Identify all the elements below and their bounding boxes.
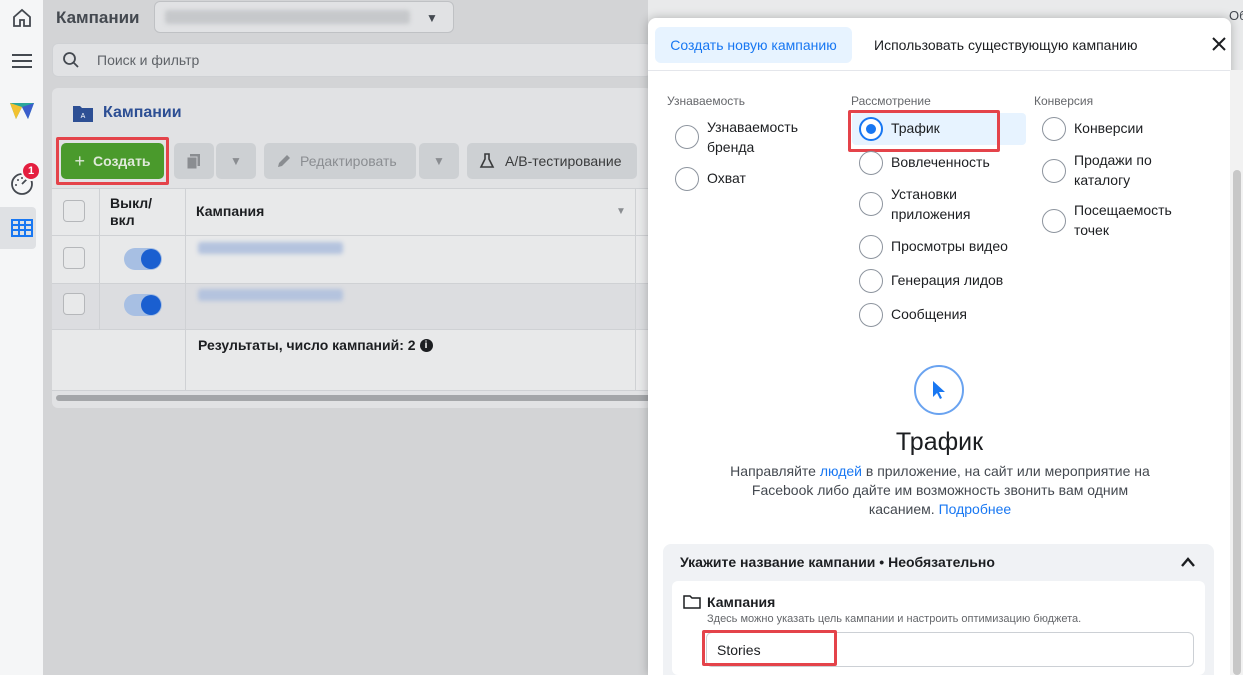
objective-description: Направляйте людей в приложение, на сайт … [720, 462, 1160, 519]
radio-engagement[interactable] [859, 151, 883, 175]
left-rail: 1 [0, 0, 44, 675]
name-section-header[interactable]: Укажите название кампании • Необязательн… [680, 554, 995, 570]
chevron-down-icon: ▼ [433, 154, 445, 168]
tab-create-new-campaign[interactable]: Создать новую кампанию [655, 27, 852, 63]
divider [185, 189, 186, 391]
learn-more-link[interactable]: Подробнее [939, 501, 1012, 517]
row-checkbox[interactable] [63, 293, 85, 315]
option-conversions[interactable]: Конверсии [1074, 118, 1143, 138]
svg-text:A: A [81, 113, 86, 120]
table-icon[interactable] [0, 214, 44, 242]
search-icon [62, 51, 80, 72]
column-header-toggle[interactable]: Выкл/ вкл [110, 195, 156, 229]
highlight-campaign-name [702, 630, 837, 666]
chevron-down-icon: ▼ [230, 154, 242, 168]
app-logo-icon[interactable] [0, 98, 44, 124]
option-video-views[interactable]: Просмотры видео [891, 236, 1008, 256]
radio-video-views[interactable] [859, 235, 883, 259]
highlight-traffic [848, 110, 1000, 152]
tab-use-existing-campaign[interactable]: Использовать существующую кампанию [874, 37, 1138, 53]
pencil-icon [278, 155, 290, 167]
option-store-traffic[interactable]: Посещаемость точек [1074, 200, 1174, 240]
edit-button-label: Редактировать [300, 153, 397, 169]
duplicate-dropdown[interactable]: ▼ [216, 143, 256, 179]
dialog-scrollbar-thumb[interactable] [1233, 170, 1241, 675]
radio-store-traffic[interactable] [1042, 209, 1066, 233]
radio-catalog-sales[interactable] [1042, 159, 1066, 183]
option-brand-awareness[interactable]: Узнаваемость бренда [707, 117, 827, 157]
objective-title: Трафик [895, 428, 984, 456]
category-awareness: Узнаваемость [667, 94, 746, 108]
edit-button[interactable]: Редактировать [264, 143, 416, 179]
radio-brand-awareness[interactable] [675, 125, 699, 149]
option-lead-generation[interactable]: Генерация лидов [891, 270, 1003, 290]
divider [648, 70, 1231, 71]
row-checkbox[interactable] [63, 247, 85, 269]
option-engagement[interactable]: Вовлеченность [891, 152, 990, 172]
divider [635, 189, 636, 391]
flask-icon [479, 153, 495, 168]
radio-app-installs[interactable] [859, 192, 883, 216]
duplicate-button[interactable] [174, 143, 214, 179]
radio-lead-generation[interactable] [859, 269, 883, 293]
option-catalog-sales[interactable]: Продажи по каталогу [1074, 150, 1174, 190]
page-title: Кампании [56, 8, 140, 27]
divider [52, 235, 652, 236]
option-app-installs[interactable]: Установки приложения [891, 184, 1001, 224]
search-input[interactable]: Поиск и фильтр [97, 52, 199, 68]
category-consideration: Рассмотрение [851, 94, 931, 108]
campaign-help-text: Здесь можно указать цель кампании и наст… [707, 613, 1082, 625]
column-header-campaign[interactable]: Кампания [196, 203, 264, 219]
radio-reach[interactable] [675, 167, 699, 191]
option-reach[interactable]: Охват [707, 168, 746, 188]
select-all-checkbox[interactable] [63, 200, 85, 222]
panel-title: Кампании [103, 104, 182, 121]
folder-icon: A [72, 103, 94, 126]
campaign-toggle[interactable] [124, 294, 162, 316]
notification-badge: 1 [21, 161, 41, 181]
menu-icon[interactable] [0, 48, 44, 74]
edit-dropdown[interactable]: ▼ [419, 143, 459, 179]
option-messages[interactable]: Сообщения [891, 304, 967, 324]
category-conversion: Конверсия [1034, 94, 1094, 108]
campaign-label: Кампания [707, 594, 776, 610]
chevron-down-icon[interactable]: ▼ [426, 11, 438, 25]
results-summary: Результаты, число кампаний: 2 i [198, 337, 433, 353]
divider [52, 390, 652, 391]
description-text: Направляйте [730, 463, 820, 479]
account-name-blurred [165, 10, 410, 24]
copy-icon [186, 154, 200, 170]
radio-conversions[interactable] [1042, 117, 1066, 141]
campaign-name-blurred[interactable] [198, 289, 343, 301]
campaign-toggle[interactable] [124, 248, 162, 270]
chevron-up-icon[interactable] [1180, 555, 1196, 571]
ab-test-label: A/B-тестирование [505, 153, 622, 169]
radio-messages[interactable] [859, 303, 883, 327]
ab-test-button[interactable]: A/B-тестирование [467, 143, 637, 179]
cursor-icon [914, 365, 964, 415]
close-icon[interactable] [1211, 36, 1227, 55]
divider [52, 329, 652, 330]
folder-icon [683, 594, 701, 613]
info-icon[interactable]: i [419, 338, 433, 352]
sort-icon[interactable]: ▼ [616, 206, 626, 217]
horizontal-scrollbar[interactable] [56, 395, 652, 401]
divider [99, 189, 100, 329]
highlight-create [56, 137, 169, 185]
corner-text: Об [1229, 8, 1243, 23]
people-link[interactable]: людей [820, 463, 862, 479]
home-icon[interactable] [0, 4, 44, 32]
campaign-name-blurred[interactable] [198, 242, 343, 254]
results-summary-text: Результаты, число кампаний: 2 [198, 337, 416, 353]
